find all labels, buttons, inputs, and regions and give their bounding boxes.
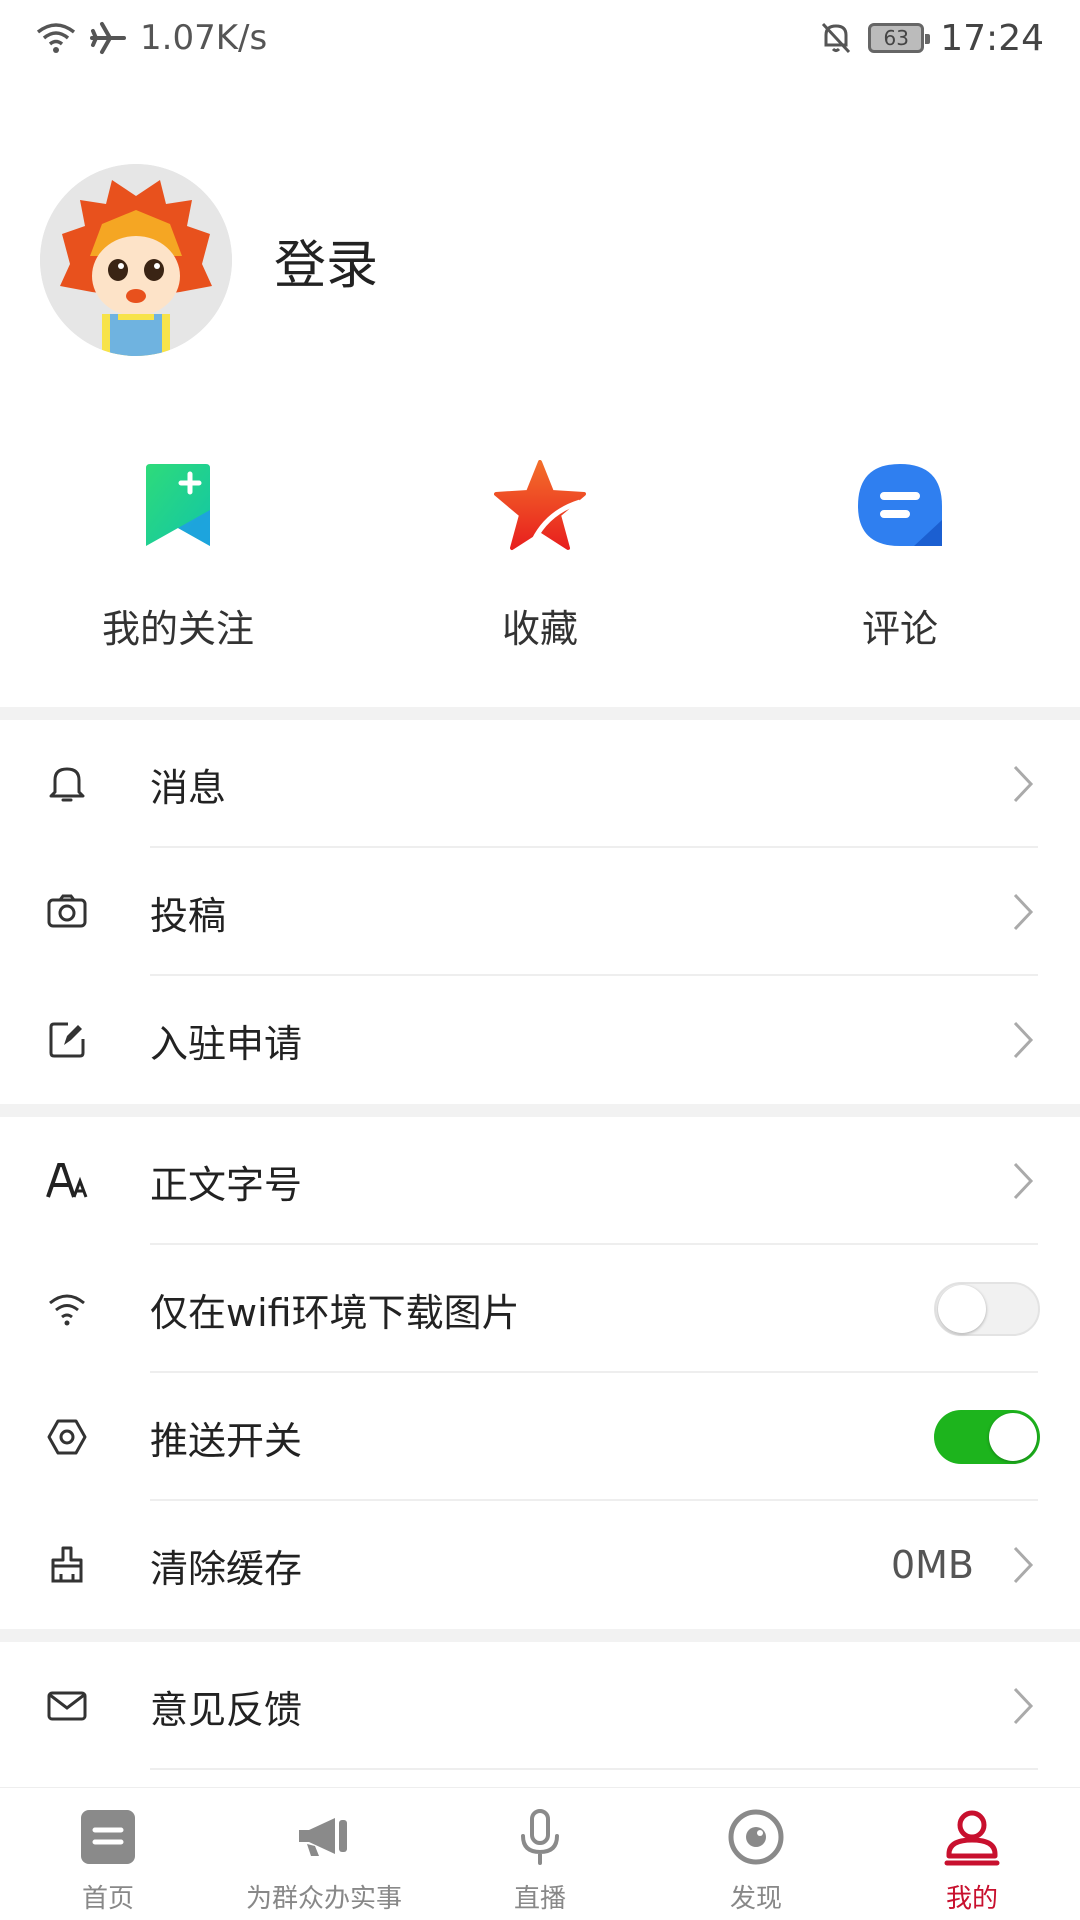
menu-item-label: 仅在wifi环境下载图片 xyxy=(150,1290,520,1335)
menu-item-label: 推送开关 xyxy=(150,1418,303,1463)
quick-action-label: 评论 xyxy=(861,607,938,651)
cache-size: 0MB xyxy=(890,1543,974,1587)
menu-item-push: 推送开关 xyxy=(0,1373,1080,1501)
wifi-images-toggle[interactable] xyxy=(934,1282,1040,1336)
wifi-signal-icon xyxy=(36,23,76,53)
menu-item-label: 清除缓存 xyxy=(150,1546,303,1591)
menu-item-submit[interactable]: 投稿 xyxy=(0,848,1080,976)
comment-icon xyxy=(858,464,942,546)
menu-item-font-size[interactable]: 正文字号 xyxy=(0,1117,1080,1245)
nav-label: 发现 xyxy=(729,1884,782,1914)
discover-icon xyxy=(728,1809,784,1865)
menu-item-messages[interactable]: 消息 xyxy=(0,720,1080,848)
camera-icon xyxy=(46,891,88,933)
bookmark-add-icon xyxy=(146,464,210,546)
bell-icon xyxy=(46,763,88,805)
bottom-navigation: 首页 为群众办实事 直播 发现 我的 xyxy=(0,1787,1080,1920)
login-link[interactable]: 登录 xyxy=(274,223,378,298)
lion-mascot-icon xyxy=(40,164,232,356)
menu-item-apply[interactable]: 入驻申请 xyxy=(0,976,1080,1104)
nav-label: 我的 xyxy=(945,1884,998,1914)
chevron-right-icon xyxy=(1013,765,1034,803)
menu-item-clear-cache[interactable]: 清除缓存 0MB xyxy=(0,1501,1080,1629)
nav-home[interactable]: 首页 xyxy=(0,1788,216,1920)
broom-icon xyxy=(46,1544,88,1586)
menu-item-wifi-images: 仅在wifi环境下载图片 xyxy=(0,1245,1080,1373)
divider xyxy=(150,1768,1038,1770)
microphone-icon xyxy=(521,1809,559,1865)
section-separator xyxy=(0,707,1080,720)
chevron-right-icon xyxy=(1013,1021,1034,1059)
clock: 17:24 xyxy=(940,17,1044,59)
quick-action-comments[interactable]: 评论 xyxy=(720,460,1080,710)
profile-header[interactable]: 登录 xyxy=(40,164,378,356)
nav-label: 首页 xyxy=(81,1884,134,1914)
airplane-icon xyxy=(90,22,126,54)
chevron-right-icon xyxy=(1013,1687,1034,1725)
edit-icon xyxy=(46,1019,88,1061)
section-separator xyxy=(0,1104,1080,1117)
menu-item-feedback[interactable]: 意见反馈 xyxy=(0,1642,1080,1770)
battery-indicator: 63 xyxy=(868,23,931,53)
chevron-right-icon xyxy=(1013,1162,1034,1200)
menu-item-label: 投稿 xyxy=(150,893,227,938)
nav-discover[interactable]: 发现 xyxy=(648,1788,864,1920)
menu-item-label: 消息 xyxy=(150,765,227,810)
quick-action-label: 收藏 xyxy=(501,607,578,651)
megaphone-icon xyxy=(299,1818,347,1856)
menu-item-label: 正文字号 xyxy=(150,1162,303,1207)
nav-service[interactable]: 为群众办实事 xyxy=(216,1788,432,1920)
avatar[interactable] xyxy=(40,164,232,356)
nav-live[interactable]: 直播 xyxy=(432,1788,648,1920)
hexagon-icon xyxy=(46,1416,88,1458)
font-size-icon xyxy=(46,1160,88,1202)
bell-off-icon xyxy=(822,22,851,54)
mail-icon xyxy=(46,1685,88,1727)
menu-item-label: 入驻申请 xyxy=(150,1021,303,1066)
status-bar: 1.07K/s 63 17:24 xyxy=(0,0,1080,76)
home-icon xyxy=(81,1810,135,1864)
section-separator xyxy=(0,1629,1080,1642)
quick-actions: 我的关注 收藏 评论 xyxy=(0,460,1080,710)
nav-label: 直播 xyxy=(513,1884,566,1914)
nav-mine[interactable]: 我的 xyxy=(864,1788,1080,1920)
network-speed: 1.07K/s xyxy=(140,18,268,58)
quick-action-following[interactable]: 我的关注 xyxy=(0,460,358,710)
wifi-icon xyxy=(46,1288,88,1330)
star-icon xyxy=(494,460,586,550)
push-toggle[interactable] xyxy=(934,1410,1040,1464)
quick-action-label: 我的关注 xyxy=(101,607,254,651)
menu-item-label: 意见反馈 xyxy=(150,1687,303,1732)
chevron-right-icon xyxy=(1013,1546,1034,1584)
nav-label: 为群众办实事 xyxy=(245,1884,402,1914)
chevron-right-icon xyxy=(1013,893,1034,931)
profile-icon xyxy=(944,1810,1000,1866)
quick-action-favorites[interactable]: 收藏 xyxy=(360,460,720,710)
